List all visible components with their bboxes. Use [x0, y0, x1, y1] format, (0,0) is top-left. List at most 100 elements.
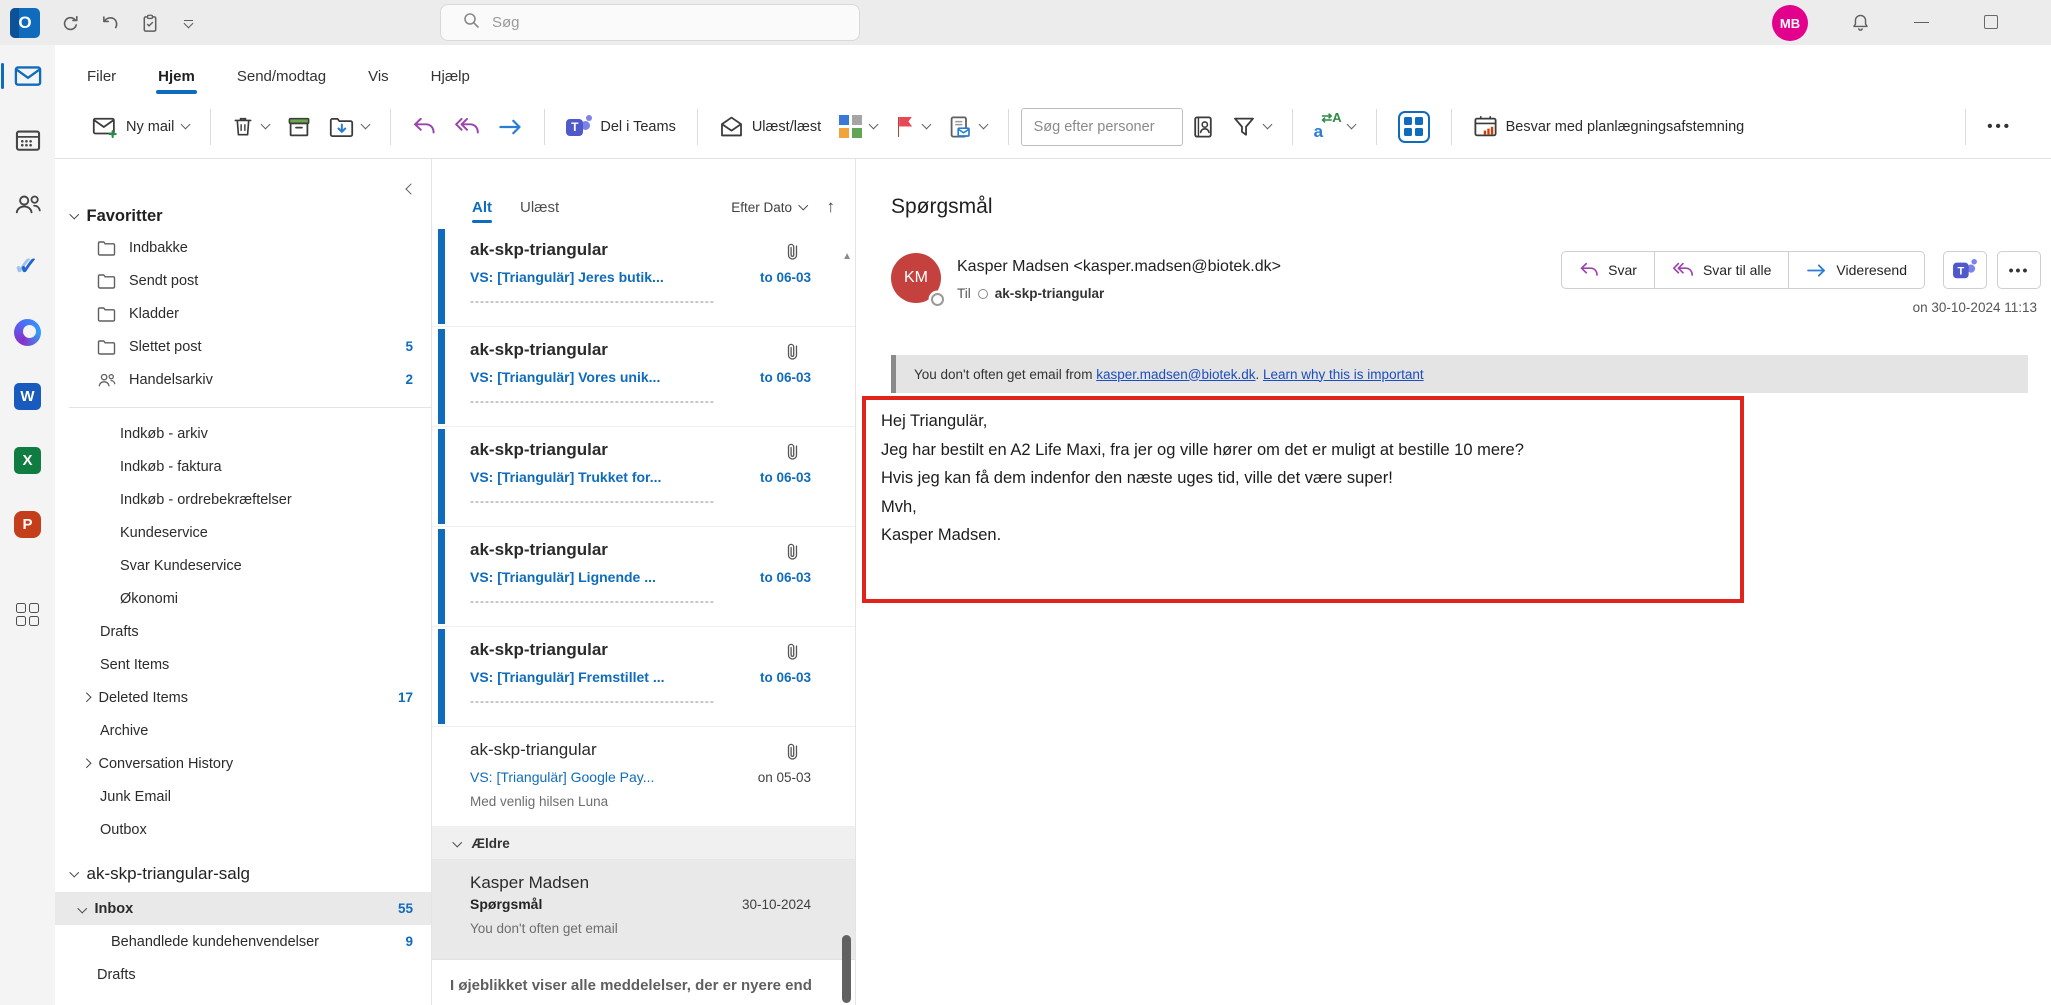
- recipient-name[interactable]: ak-skp-triangular: [995, 286, 1105, 301]
- scrollbar-up-icon[interactable]: ▲: [842, 251, 852, 262]
- folder-item[interactable]: Drafts: [55, 958, 431, 991]
- rail-apps-button[interactable]: [11, 597, 45, 631]
- folder-item[interactable]: Sendt post: [55, 264, 431, 297]
- forward-button[interactable]: [489, 111, 532, 143]
- ribbon-tabs: Filer Hjem Send/modtag Vis Hjælp: [55, 45, 2051, 95]
- flag-button[interactable]: [886, 109, 939, 145]
- toolbar-customize-caret-icon[interactable]: [178, 14, 198, 32]
- folder-item[interactable]: Økonomi: [55, 582, 431, 615]
- share-to-teams-button[interactable]: T: [1943, 251, 1987, 289]
- toolbar-more-button[interactable]: •••: [1978, 111, 2021, 142]
- move-to-button[interactable]: [320, 108, 378, 145]
- folder-item[interactable]: Behandlede kundehenvendelser 9: [55, 925, 431, 958]
- folder-item[interactable]: Junk Email: [55, 780, 431, 813]
- forward-button[interactable]: Videresend: [1788, 252, 1924, 288]
- rail-word-button[interactable]: W: [11, 379, 45, 413]
- account-header[interactable]: ak-skp-triangular-salg: [55, 856, 431, 892]
- sort-direction-icon[interactable]: ↑: [827, 197, 836, 217]
- message-sender: ak-skp-triangular: [470, 340, 608, 360]
- minimize-button[interactable]: [1908, 13, 1934, 31]
- delete-button[interactable]: [223, 108, 278, 145]
- sender-avatar[interactable]: KM: [891, 253, 941, 303]
- scrollbar-thumb[interactable]: [842, 935, 851, 1003]
- folder-item[interactable]: Drafts: [55, 615, 431, 648]
- message-list-item[interactable]: ak-skp-triangular VS: [Triangulär] Trukk…: [432, 427, 855, 527]
- message-list: ak-skp-triangular VS: [Triangulär] Jeres…: [432, 227, 855, 827]
- folder-item[interactable]: Svar Kundeservice: [55, 549, 431, 582]
- folder-item[interactable]: Indkøb - faktura: [55, 450, 431, 483]
- read-unread-button[interactable]: Ulæst/læst: [710, 108, 830, 145]
- maximize-button[interactable]: [1978, 13, 2004, 31]
- message-list-item[interactable]: Kasper Madsen Spørgsmål 30-10-2024 You d…: [432, 860, 855, 960]
- address-book-button[interactable]: [1183, 108, 1223, 146]
- clipboard-icon[interactable]: [136, 9, 164, 37]
- apps-button[interactable]: [1389, 104, 1439, 150]
- group-header-older[interactable]: Ældre: [432, 827, 855, 860]
- message-list-item[interactable]: ak-skp-triangular VS: [Triangulär] Jeres…: [432, 227, 855, 327]
- folder-item[interactable]: Inbox 55: [55, 892, 431, 925]
- message-list-item[interactable]: ak-skp-triangular VS: [Triangulär] Vores…: [432, 327, 855, 427]
- folder-item[interactable]: Kundeservice: [55, 516, 431, 549]
- sender-line[interactable]: Kasper Madsen <kasper.madsen@biotek.dk>: [957, 258, 1281, 276]
- search-input[interactable]: [492, 14, 812, 31]
- reply-with-poll-button[interactable]: Besvar med planlægningsafstemning: [1464, 108, 1754, 146]
- folder-item[interactable]: Slettet post 5: [55, 330, 431, 363]
- rail-todo-button[interactable]: ✓✓: [11, 251, 45, 285]
- reply-all-icon: [454, 117, 480, 136]
- more-actions-button[interactable]: •••: [1997, 251, 2041, 289]
- share-to-teams-button[interactable]: T Del i Teams: [557, 107, 684, 147]
- ribbon-tab[interactable]: Hjem: [158, 68, 195, 85]
- folder-item[interactable]: Handelsarkiv 2: [55, 363, 431, 396]
- folder-item[interactable]: Conversation History: [55, 747, 431, 780]
- message-list-item[interactable]: ak-skp-triangular VS: [Triangulär] Frems…: [432, 627, 855, 727]
- reply-button[interactable]: Svar: [1562, 252, 1654, 288]
- undo-icon[interactable]: [96, 9, 124, 37]
- folder-item[interactable]: Kladder: [55, 297, 431, 330]
- share-to-teams-label: Del i Teams: [600, 119, 675, 135]
- folder-item[interactable]: Archive: [55, 714, 431, 747]
- reply-button[interactable]: [403, 110, 445, 143]
- folder-item[interactable]: Indkøb - arkiv: [55, 417, 431, 450]
- message-timestamp: on 30-10-2024 11:13: [1913, 300, 2037, 315]
- reply-all-button[interactable]: Svar til alle: [1654, 252, 1788, 288]
- folder-item[interactable]: Indkøb - ordrebekræftelser: [55, 483, 431, 516]
- folder-item[interactable]: Deleted Items 17: [55, 681, 431, 714]
- new-mail-button[interactable]: Ny mail: [83, 108, 198, 146]
- learn-why-link[interactable]: Learn why this is important: [1263, 367, 1424, 382]
- reply-all-button[interactable]: [445, 110, 489, 143]
- notifications-bell-icon[interactable]: [1846, 9, 1874, 37]
- rail-people-button[interactable]: [11, 187, 45, 221]
- ribbon-tab[interactable]: Filer: [87, 68, 116, 85]
- filter-button[interactable]: [1223, 108, 1280, 146]
- rail-excel-button[interactable]: X: [11, 443, 45, 477]
- rail-loop-button[interactable]: [11, 315, 45, 349]
- rail-powerpoint-button[interactable]: P: [11, 507, 45, 541]
- chevron-down-icon: [181, 120, 191, 130]
- collapse-pane-icon[interactable]: [405, 183, 416, 194]
- tab-unread[interactable]: Ulæst: [520, 199, 559, 216]
- rules-button[interactable]: [939, 108, 996, 146]
- folder-item[interactable]: Sent Items: [55, 648, 431, 681]
- folder-item[interactable]: Indbakke: [55, 231, 431, 264]
- tab-all[interactable]: Alt: [472, 199, 492, 216]
- message-list-item[interactable]: ak-skp-triangular VS: [Triangulär] Ligne…: [432, 527, 855, 627]
- folder-item[interactable]: Outbox: [55, 813, 431, 846]
- sync-icon[interactable]: [56, 9, 84, 37]
- archive-button[interactable]: [278, 109, 320, 145]
- favorites-header[interactable]: Favoritter: [55, 201, 431, 231]
- rail-calendar-button[interactable]: [11, 123, 45, 157]
- categorize-button[interactable]: [830, 108, 886, 145]
- search-people-input[interactable]: [1021, 108, 1183, 146]
- rail-mail-button[interactable]: [11, 59, 45, 93]
- translate-button[interactable]: a⇄A: [1305, 107, 1364, 147]
- folder-label: Conversation History: [99, 756, 234, 772]
- divider: [390, 109, 391, 145]
- sender-email-link[interactable]: kasper.madsen@biotek.dk: [1096, 367, 1255, 382]
- ribbon-tab[interactable]: Hjælp: [431, 68, 470, 85]
- message-list-item[interactable]: ak-skp-triangular VS: [Triangulär] Googl…: [432, 727, 855, 827]
- ribbon-tab[interactable]: Vis: [368, 68, 389, 85]
- ribbon-tab[interactable]: Send/modtag: [237, 68, 326, 85]
- global-search-box[interactable]: [440, 4, 860, 41]
- sort-by-date-button[interactable]: Efter Dato: [731, 200, 806, 215]
- account-avatar[interactable]: MB: [1772, 5, 1808, 41]
